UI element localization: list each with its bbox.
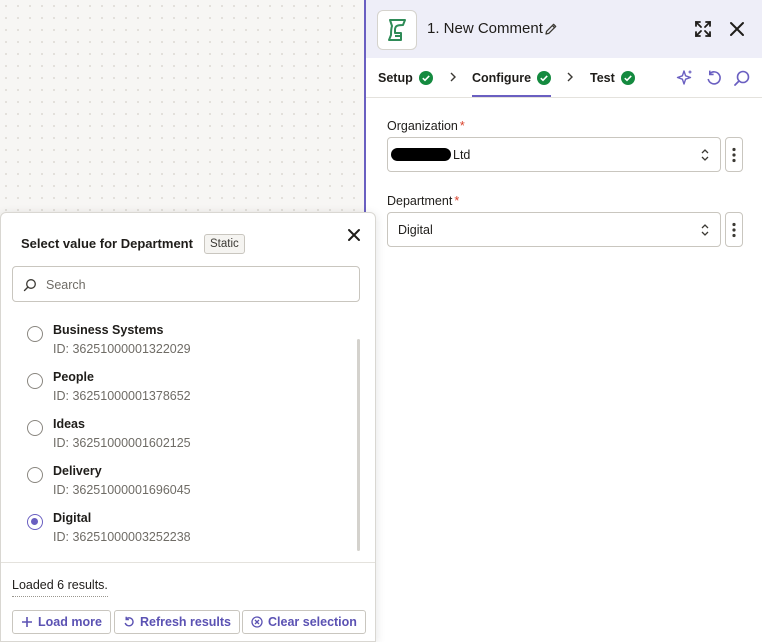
close-icon[interactable] bbox=[347, 228, 361, 242]
department-more-button[interactable] bbox=[725, 212, 743, 247]
option-business-systems[interactable]: Business Systems ID: 36251000001322029 bbox=[25, 323, 345, 363]
option-people[interactable]: People ID: 36251000001378652 bbox=[25, 370, 345, 410]
organization-value: Ltd bbox=[453, 147, 471, 162]
search-icon bbox=[23, 279, 36, 292]
scrollbar[interactable] bbox=[357, 339, 360, 551]
tab-test[interactable]: Test bbox=[590, 58, 635, 98]
divider bbox=[1, 562, 375, 563]
picker-title: Select value for Department bbox=[21, 236, 193, 251]
department-value-picker: Select value for Department Static Busin… bbox=[0, 212, 376, 642]
radio-button-selected[interactable] bbox=[27, 514, 43, 530]
search-input[interactable] bbox=[46, 275, 346, 295]
kebab-menu-icon bbox=[732, 222, 736, 237]
refresh-results-button[interactable]: Refresh results bbox=[114, 610, 241, 634]
close-icon[interactable] bbox=[729, 21, 745, 37]
option-delivery[interactable]: Delivery ID: 36251000001696045 bbox=[25, 464, 345, 504]
check-circle-icon bbox=[620, 71, 635, 85]
panel-header: 1. New Comment bbox=[366, 0, 762, 58]
organization-more-button[interactable] bbox=[725, 137, 743, 172]
select-arrows-icon bbox=[701, 149, 709, 161]
step-tabs: Setup Configure Test bbox=[366, 58, 762, 98]
option-name: Digital bbox=[53, 511, 92, 525]
required-mark: * bbox=[454, 194, 460, 208]
option-name: Delivery bbox=[53, 464, 102, 478]
clear-selection-button[interactable]: Clear selection bbox=[242, 610, 366, 634]
load-more-button[interactable]: Load more bbox=[12, 610, 111, 634]
radio-button[interactable] bbox=[27, 467, 43, 483]
zoho-desk-logo-icon bbox=[388, 19, 406, 41]
tab-label: Setup bbox=[378, 71, 413, 85]
step-editor-panel: 1. New Comment Setup Configure Test Orga… bbox=[364, 0, 762, 642]
chevron-right-icon bbox=[567, 72, 573, 82]
check-circle-icon bbox=[418, 71, 433, 85]
results-status: Loaded 6 results. bbox=[12, 578, 108, 597]
step-title: 1. New Comment bbox=[427, 20, 543, 37]
department-value: Digital bbox=[398, 222, 433, 237]
option-id: ID: 36251000001322029 bbox=[53, 342, 191, 356]
department-label: Department * bbox=[387, 194, 460, 208]
search-field[interactable] bbox=[12, 266, 360, 302]
pencil-edit-icon[interactable] bbox=[544, 22, 558, 36]
radio-button[interactable] bbox=[27, 326, 43, 342]
tab-label: Configure bbox=[472, 71, 532, 85]
kebab-menu-icon bbox=[732, 147, 736, 162]
options-list: Business Systems ID: 36251000001322029 P… bbox=[1, 323, 351, 553]
static-badge: Static bbox=[204, 234, 245, 254]
button-label: Load more bbox=[38, 615, 102, 629]
tab-setup[interactable]: Setup bbox=[378, 58, 433, 98]
radio-button[interactable] bbox=[27, 420, 43, 436]
option-id: ID: 36251000001696045 bbox=[53, 483, 191, 497]
clear-circle-icon bbox=[251, 616, 263, 628]
organization-label: Organization * bbox=[387, 119, 465, 133]
option-ideas[interactable]: Ideas ID: 36251000001602125 bbox=[25, 417, 345, 457]
option-name: Ideas bbox=[53, 417, 85, 431]
select-arrows-icon bbox=[701, 224, 709, 236]
radio-button[interactable] bbox=[27, 373, 43, 389]
app-logo bbox=[377, 10, 417, 50]
undo-icon[interactable] bbox=[705, 69, 723, 87]
department-select[interactable]: Digital bbox=[387, 212, 721, 247]
option-id: ID: 36251000003252238 bbox=[53, 530, 191, 544]
tab-configure[interactable]: Configure bbox=[472, 58, 552, 98]
option-name: People bbox=[53, 370, 94, 384]
option-digital[interactable]: Digital ID: 36251000003252238 bbox=[25, 511, 345, 551]
search-icon[interactable] bbox=[733, 69, 751, 87]
organization-select[interactable]: Ltd bbox=[387, 137, 721, 172]
check-circle-icon bbox=[537, 71, 552, 85]
redacted-text bbox=[391, 148, 451, 161]
required-mark: * bbox=[459, 119, 465, 133]
option-id: ID: 36251000001602125 bbox=[53, 436, 191, 450]
tab-label: Test bbox=[590, 71, 615, 85]
option-id: ID: 36251000001378652 bbox=[53, 389, 191, 403]
ai-sparkle-icon[interactable] bbox=[676, 69, 694, 87]
plus-icon bbox=[22, 617, 32, 627]
chevron-right-icon bbox=[450, 72, 456, 82]
expand-icon[interactable] bbox=[694, 20, 712, 38]
button-label: Clear selection bbox=[268, 615, 357, 629]
refresh-icon bbox=[124, 616, 134, 627]
button-label: Refresh results bbox=[140, 615, 232, 629]
option-name: Business Systems bbox=[53, 323, 164, 337]
